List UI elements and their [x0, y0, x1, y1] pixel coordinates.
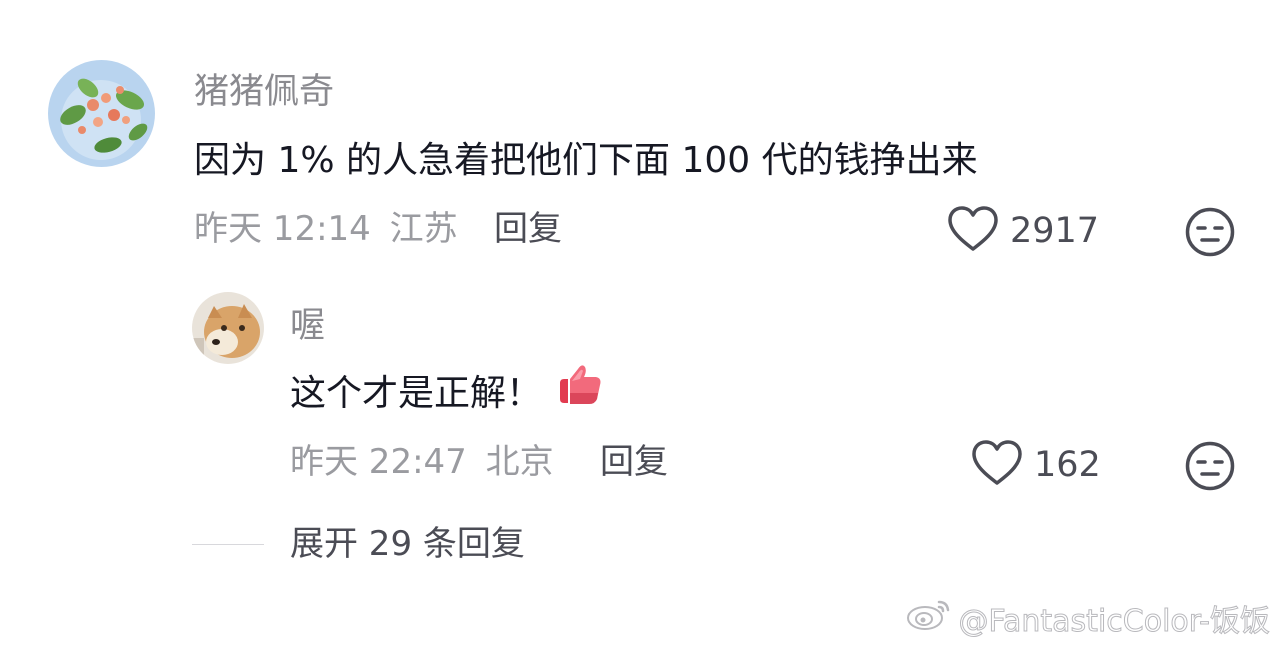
comment-time: 昨天 12:14	[194, 209, 371, 249]
comment-like-button[interactable]: 2917	[946, 205, 1100, 257]
heart-outline-icon	[946, 205, 1000, 257]
reply-like-count: 162	[1034, 445, 1101, 485]
reply-location: 北京	[485, 442, 554, 482]
reply-meta: 昨天 22:47 北京	[290, 440, 554, 484]
neutral-face-icon[interactable]	[1184, 206, 1236, 262]
expand-divider	[192, 543, 264, 545]
expand-replies-label: 展开 29 条回复	[290, 524, 525, 564]
neutral-face-icon[interactable]	[1184, 440, 1236, 496]
comment-text: 因为 1% 的人急着把他们下面 100 代的钱挣出来	[194, 140, 978, 181]
heart-outline-icon	[970, 439, 1024, 491]
replier-avatar[interactable]	[192, 292, 264, 364]
commenter-avatar[interactable]	[48, 60, 155, 167]
reply-text-row: 这个才是正解！	[290, 364, 604, 420]
reply-text: 这个才是正解！	[290, 373, 543, 414]
thumbs-up-emoji	[556, 363, 604, 420]
replier-username[interactable]: 喔	[290, 304, 325, 348]
reply-time: 昨天 22:47	[290, 442, 467, 482]
watermark: @FantasticColor-饭饭	[905, 596, 1270, 640]
reply-reply-button[interactable]: 回复	[600, 440, 668, 484]
weibo-logo-icon	[905, 596, 953, 640]
commenter-username[interactable]: 猪猪佩奇	[194, 70, 334, 114]
reply-like-button[interactable]: 162	[970, 439, 1101, 491]
watermark-text: @FantasticColor-饭饭	[958, 604, 1270, 640]
comment-like-count: 2917	[1010, 211, 1100, 251]
comment-reply-button[interactable]: 回复	[494, 207, 562, 251]
comment-location: 江苏	[389, 209, 458, 249]
expand-replies-button[interactable]: 展开 29 条回复	[192, 522, 525, 566]
comment-meta: 昨天 12:14 江苏	[194, 207, 458, 251]
